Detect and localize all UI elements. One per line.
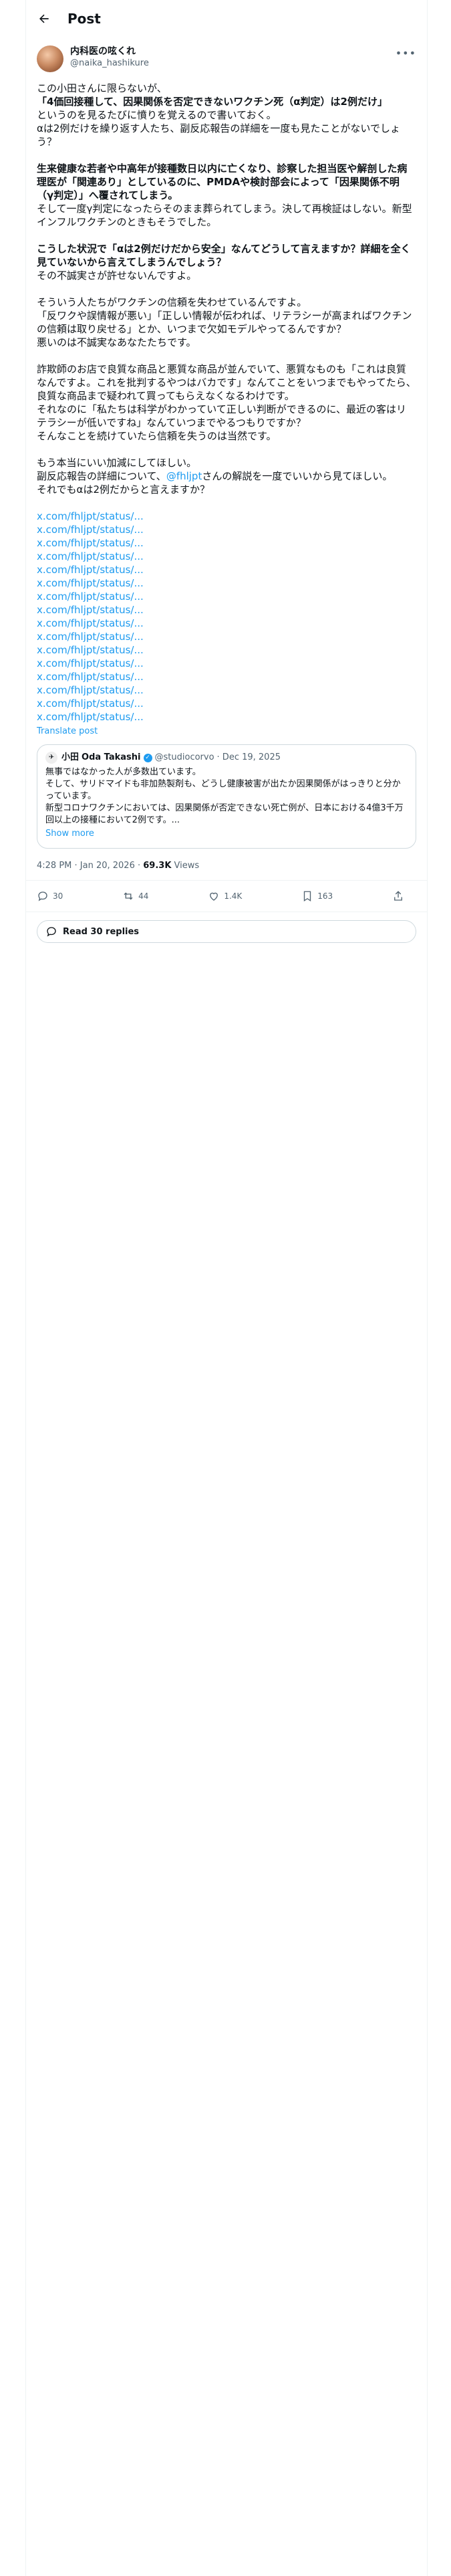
heart-icon bbox=[210, 892, 218, 901]
views-count: 69.3K bbox=[143, 861, 172, 871]
show-more-link[interactable]: Show more bbox=[45, 828, 408, 840]
post-column: Post 内科医の呟くれ @naika_hashikure ••• この小田さん… bbox=[25, 0, 428, 2576]
paragraph-1: この小田さんに限らないが、 「4価回接種して、因果関係を否定できないワクチン死（… bbox=[37, 82, 416, 148]
quoted-post-header: ✈ 小田 Oda Takashi ✓ @studiocorvo · Dec 19… bbox=[45, 752, 408, 764]
quoted-post[interactable]: ✈ 小田 Oda Takashi ✓ @studiocorvo · Dec 19… bbox=[37, 744, 416, 849]
status-link[interactable]: x.com/fhljpt/status/... bbox=[37, 590, 416, 603]
more-options-icon[interactable]: ••• bbox=[396, 47, 416, 60]
post-meta: 4:28 PM · Jan 20, 2026 · 69.3K Views bbox=[26, 849, 427, 881]
status-link[interactable]: x.com/fhljpt/status/... bbox=[37, 523, 416, 536]
reply-button[interactable]: 30 bbox=[37, 890, 63, 902]
reply-icon bbox=[38, 891, 47, 901]
action-bar: 30 44 1.4K 163 bbox=[26, 881, 427, 912]
text-line: そんなことを続けていたら信頼を失うのは当然です。 bbox=[37, 430, 277, 442]
text-line: それでもαは2例だからと言えますか？ bbox=[37, 484, 210, 496]
text-fragment: さんの解説を一度でいいから見てほしい。 bbox=[202, 470, 393, 482]
text-line: 悪いのは不誠実なあなたたちです。 bbox=[37, 336, 196, 348]
status-link[interactable]: x.com/fhljpt/status/... bbox=[37, 630, 416, 643]
header: Post bbox=[26, 0, 427, 37]
translate-post-link[interactable]: Translate post bbox=[26, 724, 427, 736]
status-link[interactable]: x.com/fhljpt/status/... bbox=[37, 510, 416, 523]
author-row: 内科医の呟くれ @naika_hashikure ••• bbox=[26, 37, 427, 72]
bookmark-button[interactable]: 163 bbox=[301, 890, 333, 902]
page: Post 内科医の呟くれ @naika_hashikure ••• この小田さん… bbox=[0, 0, 451, 2576]
quoted-text-line: 新型コロナワクチンにおいては、因果関係が否定できない死亡例が、日本における4億3… bbox=[45, 803, 404, 825]
paragraph-3: こうした状況で「αは2例だけだから安全」なんてどうして言えますか？詳細を全く見て… bbox=[37, 242, 416, 282]
quoted-text: 無事ではなかった人が多数出ています。 そして、サリドマイドも非加熱製剤も、どうし… bbox=[45, 766, 408, 827]
avatar[interactable] bbox=[37, 45, 63, 72]
text-line-bold: 「4価回接種して、因果関係を否定できないワクチン死（α判定）は2例だけ」 bbox=[37, 96, 388, 108]
author-handle[interactable]: @naika_hashikure bbox=[70, 58, 149, 70]
text-line: それなのに「私たちは科学がわかっていて正しい判断ができるのに、最近の客はリテラシ… bbox=[37, 403, 407, 429]
repost-button[interactable]: 44 bbox=[122, 890, 148, 902]
text-line: 副反応報告の詳細について、@fhljptさんの解説を一度でいいから見てほしい。 bbox=[37, 469, 416, 483]
status-link[interactable]: x.com/fhljpt/status/... bbox=[37, 536, 416, 550]
text-line: そして一度γ判定になったらそのまま葬られてしまう。決して再検証はしない。新型イン… bbox=[37, 203, 412, 228]
share-icon bbox=[394, 891, 402, 901]
text-line: 「反ワクや誤情報が悪い」「正しい情報が伝われば、リテラシーが高まればワクチンの信… bbox=[37, 310, 412, 335]
like-count: 1.4K bbox=[224, 891, 243, 901]
share-button[interactable] bbox=[392, 890, 408, 902]
status-link[interactable]: x.com/fhljpt/status/... bbox=[37, 657, 416, 670]
quoted-avatar-text: 小田 bbox=[61, 752, 80, 762]
text-fragment: 副反応報告の詳細について、 bbox=[37, 470, 166, 482]
status-link[interactable]: x.com/fhljpt/status/... bbox=[37, 550, 416, 563]
text-line: というのを見るたびに憤りを覚えるので書いておく。 bbox=[37, 109, 277, 121]
back-arrow-icon[interactable] bbox=[37, 11, 51, 26]
like-button[interactable]: 1.4K bbox=[208, 890, 242, 902]
paragraph-2: 生来健康な若者や中高年が接種数日以内に亡くなり、診察した担当医や解剖した病理医が… bbox=[37, 162, 416, 229]
author-names: 内科医の呟くれ @naika_hashikure bbox=[70, 45, 149, 70]
text-line: この小田さんに限らないが、 bbox=[37, 82, 167, 94]
quoted-text-line: そして、サリドマイドも非加熱製剤も、どうし健康被害が出たか因果関係がはっきりと分… bbox=[45, 779, 401, 801]
status-link[interactable]: x.com/fhljpt/status/... bbox=[37, 683, 416, 697]
text-line: 詐欺師のお店で良質な商品と悪質な商品が並んでいて、悪質なものも「これは良質なんで… bbox=[37, 363, 416, 402]
paragraph-6: もう本当にいい加減にしてほしい。 副反応報告の詳細について、@fhljptさんの… bbox=[37, 456, 416, 496]
paragraph-4: そういう人たちがワクチンの信頼を失わせているんですよ。 「反ワクや誤情報が悪い」… bbox=[37, 296, 416, 349]
status-link[interactable]: x.com/fhljpt/status/... bbox=[37, 603, 416, 617]
verified-badge-icon: ✓ bbox=[143, 753, 152, 762]
text-line: もう本当にいい加減にしてほしい。 bbox=[37, 457, 197, 469]
post-body: この小田さんに限らないが、 「4価回接種して、因果関係を否定できないワクチン死（… bbox=[26, 72, 427, 496]
repost-count: 44 bbox=[138, 891, 149, 901]
text-line-bold: こうした状況で「αは2例だけだから安全」なんてどうして言えますか？詳細を全く見て… bbox=[37, 243, 411, 268]
quoted-avatar: ✈ bbox=[45, 752, 57, 764]
read-replies-button[interactable]: Read 30 replies bbox=[37, 920, 416, 943]
post-timestamp[interactable]: 4:28 PM · Jan 20, 2026 · bbox=[37, 861, 143, 871]
text-line: その不誠実さが許せないんですよ。 bbox=[37, 270, 197, 282]
paragraph-5: 詐欺師のお店で良質な商品と悪質な商品が並んでいて、悪質なものも「これは良質なんで… bbox=[37, 362, 416, 443]
status-link[interactable]: x.com/fhljpt/status/... bbox=[37, 670, 416, 683]
status-link[interactable]: x.com/fhljpt/status/... bbox=[37, 710, 416, 724]
quoted-date: · Dec 19, 2025 bbox=[216, 752, 281, 762]
bookmark-icon bbox=[304, 891, 311, 902]
quoted-author-handle: @studiocorvo bbox=[154, 752, 214, 762]
bookmark-count: 163 bbox=[317, 891, 333, 901]
text-line-bold: 生来健康な若者や中高年が接種数日以内に亡くなり、診察した担当医や解剖した病理医が… bbox=[37, 163, 408, 201]
views-label: Views bbox=[171, 861, 200, 871]
link-list: x.com/fhljpt/status/... x.com/fhljpt/sta… bbox=[26, 510, 427, 724]
read-replies-label: Read 30 replies bbox=[63, 926, 140, 937]
status-link[interactable]: x.com/fhljpt/status/... bbox=[37, 697, 416, 710]
status-link[interactable]: x.com/fhljpt/status/... bbox=[37, 576, 416, 590]
text-line: αは2例だけを繰り返す人たち、副反応報告の詳細を一度も見たことがないでしょう？ bbox=[37, 122, 400, 148]
page-title: Post bbox=[67, 11, 101, 27]
status-link[interactable]: x.com/fhljpt/status/... bbox=[37, 563, 416, 576]
quoted-text-line: 無事ではなかった人が多数出ています。 bbox=[45, 767, 201, 777]
repost-icon bbox=[124, 892, 133, 900]
text-line: そういう人たちがワクチンの信頼を失わせているんですよ。 bbox=[37, 296, 307, 308]
author-display-name[interactable]: 内科医の呟くれ bbox=[70, 45, 149, 58]
mention-link[interactable]: @fhljpt bbox=[166, 470, 202, 482]
reply-count: 30 bbox=[53, 891, 63, 901]
status-link[interactable]: x.com/fhljpt/status/... bbox=[37, 643, 416, 657]
status-link[interactable]: x.com/fhljpt/status/... bbox=[37, 617, 416, 630]
speech-bubble-icon bbox=[47, 927, 56, 937]
quoted-author-name: Oda Takashi bbox=[82, 752, 141, 762]
